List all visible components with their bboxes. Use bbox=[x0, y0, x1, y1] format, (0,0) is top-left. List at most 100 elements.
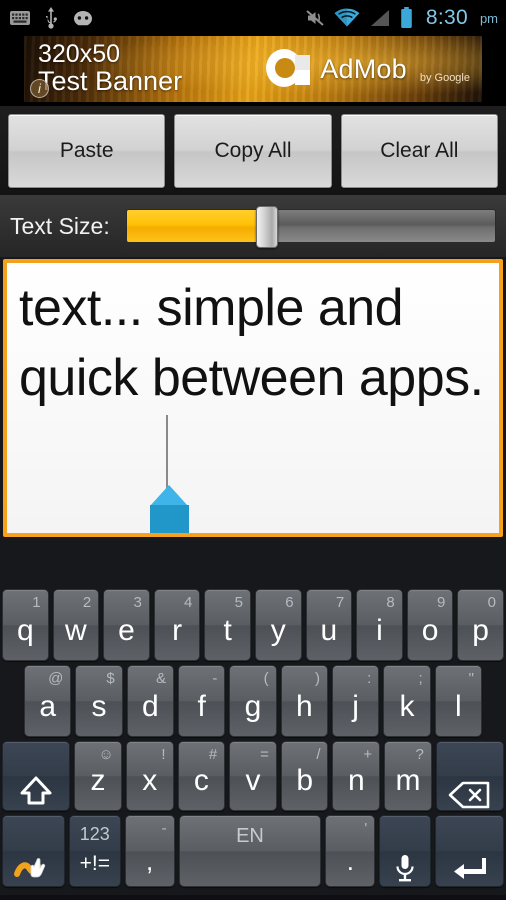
key-d[interactable]: & d bbox=[126, 665, 174, 737]
mute-icon bbox=[305, 8, 325, 28]
key-k[interactable]: ; k bbox=[383, 665, 431, 737]
key-s-label: s bbox=[91, 690, 107, 723]
status-bar-clock: 8:30 bbox=[425, 6, 468, 29]
key-q-label: q bbox=[16, 614, 34, 647]
key-b[interactable]: / b bbox=[280, 741, 329, 811]
key-y-hint: 6 bbox=[285, 594, 294, 611]
keyboard-row-1: 1q2w3e4r5t6y7u8i9o0p bbox=[0, 589, 506, 665]
action-button-row: Paste Copy All Clear All bbox=[0, 106, 506, 195]
ad-info-icon[interactable]: i bbox=[30, 79, 49, 98]
key-y[interactable]: 6y bbox=[254, 589, 302, 661]
key-z[interactable]: ☺ z bbox=[74, 741, 122, 811]
comma-key-label: , bbox=[146, 846, 154, 876]
key-o-hint: 9 bbox=[437, 594, 446, 611]
editor-container: text... simple and quick between apps. bbox=[0, 257, 506, 537]
key-n-label: n bbox=[347, 764, 365, 797]
key-u-label: u bbox=[320, 614, 338, 647]
comma-key[interactable]: - , bbox=[124, 815, 175, 887]
battery-icon bbox=[400, 7, 413, 29]
text-size-slider-thumb[interactable] bbox=[255, 206, 278, 248]
key-w-hint: 2 bbox=[82, 594, 92, 611]
key-w[interactable]: 2w bbox=[52, 589, 100, 661]
key-j[interactable]: :j bbox=[331, 665, 380, 737]
microphone-key[interactable] bbox=[379, 815, 432, 887]
key-x[interactable]: ! x bbox=[125, 741, 174, 811]
key-p-label: p bbox=[472, 614, 489, 647]
key-m[interactable]: ? m bbox=[384, 741, 432, 811]
key-a-label: a bbox=[39, 690, 56, 723]
key-l-label: l bbox=[454, 690, 462, 723]
admob-banner[interactable]: 320x50 Test Banner AdMob by Google i bbox=[24, 36, 482, 102]
key-u[interactable]: 7u bbox=[305, 589, 353, 661]
space-key-label: EN bbox=[236, 825, 264, 847]
text-size-label: Text Size: bbox=[10, 212, 110, 239]
key-s-hint: $ bbox=[106, 670, 115, 687]
key-v[interactable]: = v bbox=[229, 741, 277, 811]
keyboard-icon bbox=[10, 11, 30, 25]
copy-all-button[interactable]: Copy All bbox=[174, 114, 332, 188]
keyboard-row-4: 123 +!= - , EN ' . bbox=[0, 815, 506, 891]
key-e-hint: 3 bbox=[133, 594, 142, 611]
shift-key[interactable] bbox=[2, 741, 71, 811]
ad-container: 320x50 Test Banner AdMob by Google i bbox=[0, 36, 506, 106]
key-s[interactable]: $ s bbox=[75, 665, 123, 737]
key-a[interactable]: @ a bbox=[24, 665, 72, 737]
key-h-hint: ) bbox=[314, 670, 320, 687]
text-selection-handle[interactable] bbox=[150, 485, 189, 533]
space-key[interactable]: EN bbox=[178, 815, 322, 887]
key-f-label: f bbox=[197, 690, 206, 723]
key-q[interactable]: 1q bbox=[2, 589, 49, 661]
clear-all-button[interactable]: Clear All bbox=[340, 114, 498, 188]
key-m-hint: ? bbox=[415, 746, 424, 763]
action-panel: Paste Copy All Clear All bbox=[0, 106, 506, 195]
key-g[interactable]: (g bbox=[229, 665, 277, 737]
key-f[interactable]: -f bbox=[177, 665, 226, 737]
key-o[interactable]: 9o bbox=[406, 589, 454, 661]
key-d-label: d bbox=[141, 690, 159, 723]
key-b-label: b bbox=[296, 764, 313, 797]
key-n-hint: + bbox=[363, 746, 373, 763]
key-e[interactable]: 3e bbox=[103, 589, 150, 661]
text-size-row: Text Size: bbox=[0, 195, 506, 257]
status-bar: 8:30 pm bbox=[0, 0, 506, 36]
paste-button[interactable]: Paste bbox=[8, 114, 166, 188]
admob-by-google-label: by Google bbox=[419, 72, 470, 84]
comma-key-hint: - bbox=[161, 820, 167, 837]
key-x-label: x bbox=[142, 764, 158, 797]
keyboard-gap bbox=[0, 537, 506, 589]
key-h[interactable]: ) h bbox=[280, 665, 328, 737]
text-size-slider[interactable] bbox=[125, 206, 496, 248]
key-t[interactable]: 5t bbox=[204, 589, 251, 661]
enter-key[interactable] bbox=[435, 815, 504, 887]
symbols-key-label: +!= bbox=[79, 852, 110, 875]
key-h-label: h bbox=[295, 690, 313, 723]
key-m-label: m bbox=[395, 764, 421, 797]
text-size-slider-fill bbox=[126, 210, 267, 242]
key-p[interactable]: 0p bbox=[457, 589, 504, 661]
period-key[interactable]: ' . bbox=[325, 815, 376, 887]
wifi-icon bbox=[334, 8, 360, 28]
ad-title-label: Test Banner bbox=[38, 65, 183, 96]
key-l[interactable]: " l bbox=[434, 665, 482, 737]
key-r[interactable]: 4r bbox=[153, 589, 201, 661]
key-q-hint: 1 bbox=[32, 594, 41, 611]
admob-logo-icon bbox=[266, 47, 312, 91]
key-c[interactable]: # c bbox=[177, 741, 226, 811]
key-g-hint: ( bbox=[263, 670, 269, 687]
key-k-label: k bbox=[399, 690, 415, 723]
symbols-key[interactable]: 123 +!= bbox=[68, 815, 121, 887]
text-input-field[interactable]: text... simple and quick between apps. bbox=[3, 259, 503, 537]
text-input-value: text... simple and quick between apps. bbox=[19, 279, 484, 407]
ad-brand-block: AdMob by Google bbox=[266, 47, 482, 91]
keyboard-row-2: @ a $ s & d - f(g) h: j; k " l bbox=[0, 665, 506, 741]
key-j-label: j bbox=[352, 690, 359, 723]
swipe-input-key[interactable] bbox=[2, 815, 65, 887]
status-bar-ampm: pm bbox=[479, 10, 498, 26]
key-i[interactable]: 8i bbox=[356, 589, 403, 661]
key-z-label: z bbox=[90, 764, 106, 797]
key-n[interactable]: + n bbox=[332, 741, 381, 811]
backspace-key[interactable] bbox=[435, 741, 504, 811]
key-y-label: y bbox=[270, 614, 286, 647]
key-o-label: o bbox=[421, 614, 439, 647]
phone-screen: 8:30 pm 320x50 Test Banner AdMob by Goog… bbox=[0, 0, 506, 900]
